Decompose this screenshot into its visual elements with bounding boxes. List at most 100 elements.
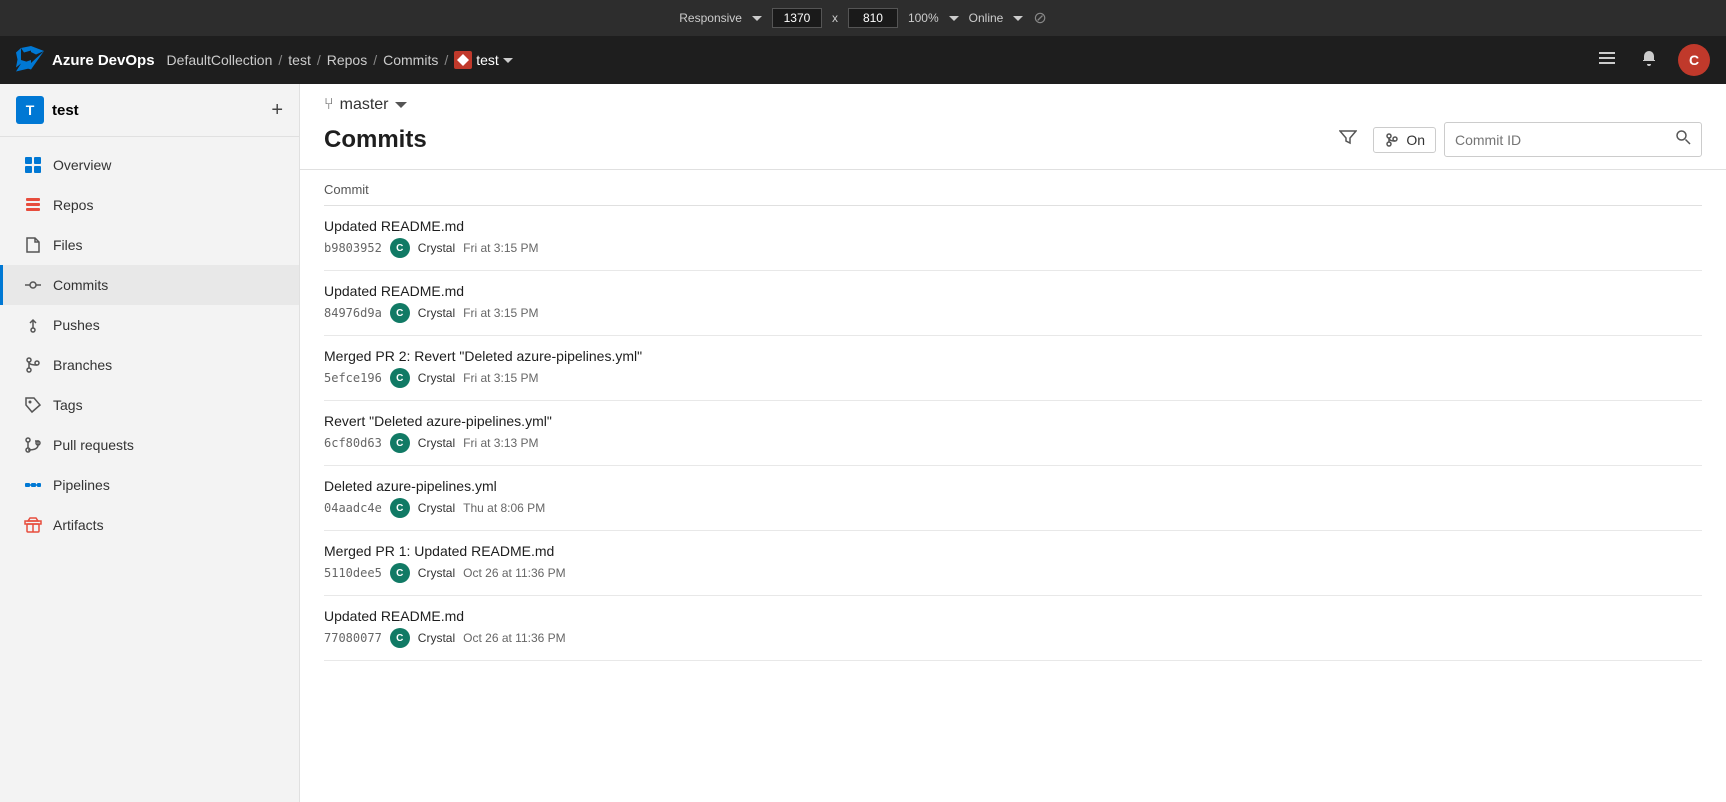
commit-hash[interactable]: 77080077: [324, 631, 382, 645]
files-icon: [23, 235, 43, 255]
commit-hash[interactable]: 6cf80d63: [324, 436, 382, 450]
no-throttle-icon: ⊘: [1033, 8, 1046, 28]
commit-meta: 5110dee5 C Crystal Oct 26 at 11:36 PM: [324, 563, 1702, 583]
commit-time: Fri at 3:15 PM: [463, 241, 538, 255]
commit-message[interactable]: Revert "Deleted azure-pipelines.yml": [324, 413, 1702, 429]
author-avatar: C: [390, 433, 410, 453]
brand-name: Azure DevOps: [52, 52, 155, 69]
table-row: Deleted azure-pipelines.yml 04aadc4e C C…: [324, 466, 1702, 531]
commit-message[interactable]: Merged PR 1: Updated README.md: [324, 543, 1702, 559]
settings-icon-button[interactable]: [1594, 45, 1620, 76]
zoom-dropdown-icon: [949, 13, 959, 23]
commits-controls: On: [1331, 122, 1702, 157]
commit-hash[interactable]: 5110dee5: [324, 566, 382, 580]
commit-meta: 04aadc4e C Crystal Thu at 8:06 PM: [324, 498, 1702, 518]
repos-icon: [23, 195, 43, 215]
commits-table: Commit Updated README.md b9803952 C Crys…: [324, 170, 1702, 661]
breadcrumb-test[interactable]: test: [288, 52, 311, 68]
commit-meta: b9803952 C Crystal Fri at 3:15 PM: [324, 238, 1702, 258]
commit-message[interactable]: Deleted azure-pipelines.yml: [324, 478, 1702, 494]
on-toggle-button[interactable]: On: [1373, 127, 1436, 153]
filter-button[interactable]: [1331, 122, 1365, 157]
sidebar-item-files[interactable]: Files: [0, 225, 299, 265]
author-avatar: C: [390, 303, 410, 323]
sidebar-item-pushes[interactable]: Pushes: [0, 305, 299, 345]
commit-author: Crystal: [418, 306, 455, 320]
pipelines-icon: [23, 475, 43, 495]
sidebar-item-files-label: Files: [53, 237, 83, 253]
sidebar-item-pullrequests[interactable]: Pull requests: [0, 425, 299, 465]
page-header: ⑂ master Commits: [300, 84, 1726, 170]
sidebar-item-tags[interactable]: Tags: [0, 385, 299, 425]
sidebar-item-overview[interactable]: Overview: [0, 145, 299, 185]
sidebar-item-pushes-label: Pushes: [53, 317, 100, 333]
sidebar-item-branches-label: Branches: [53, 357, 112, 373]
breadcrumb-commits[interactable]: Commits: [383, 52, 438, 68]
commit-id-search-button[interactable]: [1665, 123, 1701, 156]
commit-author: Crystal: [418, 371, 455, 385]
sidebar-item-tags-label: Tags: [53, 397, 83, 413]
notifications-icon-button[interactable]: [1636, 45, 1662, 76]
breadcrumb-repos[interactable]: Repos: [327, 52, 367, 68]
zoom-label: 100%: [908, 11, 939, 25]
sidebar-item-pipelines[interactable]: Pipelines: [0, 465, 299, 505]
author-avatar: C: [390, 368, 410, 388]
commit-hash[interactable]: 84976d9a: [324, 306, 382, 320]
user-avatar[interactable]: C: [1678, 44, 1710, 76]
commit-hash[interactable]: b9803952: [324, 241, 382, 255]
table-row: Updated README.md b9803952 C Crystal Fri…: [324, 206, 1702, 271]
sidebar-item-artifacts-label: Artifacts: [53, 517, 104, 533]
commit-hash[interactable]: 04aadc4e: [324, 501, 382, 515]
page-title: Commits: [324, 126, 427, 154]
commit-message[interactable]: Merged PR 2: Revert "Deleted azure-pipel…: [324, 348, 1702, 364]
branch-toggle-icon: [1384, 132, 1400, 148]
commit-message[interactable]: Updated README.md: [324, 218, 1702, 234]
commit-time: Oct 26 at 11:36 PM: [463, 631, 566, 645]
width-input[interactable]: [772, 8, 822, 28]
dropdown-icon: [752, 13, 762, 23]
commit-author: Crystal: [418, 436, 455, 450]
sidebar-item-branches[interactable]: Branches: [0, 345, 299, 385]
author-avatar: C: [390, 238, 410, 258]
top-nav-right: C: [1594, 44, 1710, 76]
sidebar-item-pipelines-label: Pipelines: [53, 477, 110, 493]
author-avatar: C: [390, 563, 410, 583]
overview-svg-icon: [24, 156, 42, 174]
commits-svg-icon: [24, 276, 42, 294]
author-avatar: C: [390, 498, 410, 518]
commit-author: Crystal: [418, 501, 455, 515]
sidebar-item-commits[interactable]: Commits: [0, 265, 299, 305]
pullrequests-icon: [23, 435, 43, 455]
project-label: test: [52, 102, 79, 119]
add-project-button[interactable]: +: [271, 100, 283, 120]
breadcrumb: DefaultCollection / test / Repos / Commi…: [167, 51, 513, 69]
commit-time: Oct 26 at 11:36 PM: [463, 566, 566, 580]
overview-icon: [23, 155, 43, 175]
breadcrumb-default-collection[interactable]: DefaultCollection: [167, 52, 273, 68]
commit-id-input[interactable]: [1445, 126, 1665, 154]
bell-icon: [1640, 49, 1658, 67]
breadcrumb-sep-2: /: [317, 52, 321, 68]
author-avatar: C: [390, 628, 410, 648]
breadcrumb-sep-4: /: [444, 52, 448, 68]
sidebar-item-pullrequests-label: Pull requests: [53, 437, 134, 453]
responsive-label: Responsive: [679, 11, 742, 25]
browser-bar: Responsive x 100% Online ⊘: [0, 0, 1726, 36]
commit-time: Fri at 3:15 PM: [463, 371, 538, 385]
repo-selector[interactable]: test: [454, 51, 513, 69]
commits-icon: [23, 275, 43, 295]
commits-list: Commit Updated README.md b9803952 C Crys…: [300, 170, 1726, 802]
repo-name: test: [476, 52, 499, 68]
azure-devops-logo[interactable]: Azure DevOps: [16, 46, 155, 74]
height-input[interactable]: [848, 8, 898, 28]
table-row: Merged PR 1: Updated README.md 5110dee5 …: [324, 531, 1702, 596]
filter-icon: [1339, 128, 1357, 146]
commit-message[interactable]: Updated README.md: [324, 283, 1702, 299]
sidebar-item-repos[interactable]: Repos: [0, 185, 299, 225]
branch-icon: ⑂: [324, 96, 334, 114]
commit-hash[interactable]: 5efce196: [324, 371, 382, 385]
sidebar-item-artifacts[interactable]: Artifacts: [0, 505, 299, 545]
branch-selector[interactable]: ⑂ master: [324, 96, 1702, 114]
commit-message[interactable]: Updated README.md: [324, 608, 1702, 624]
status-label: Online: [969, 11, 1004, 25]
